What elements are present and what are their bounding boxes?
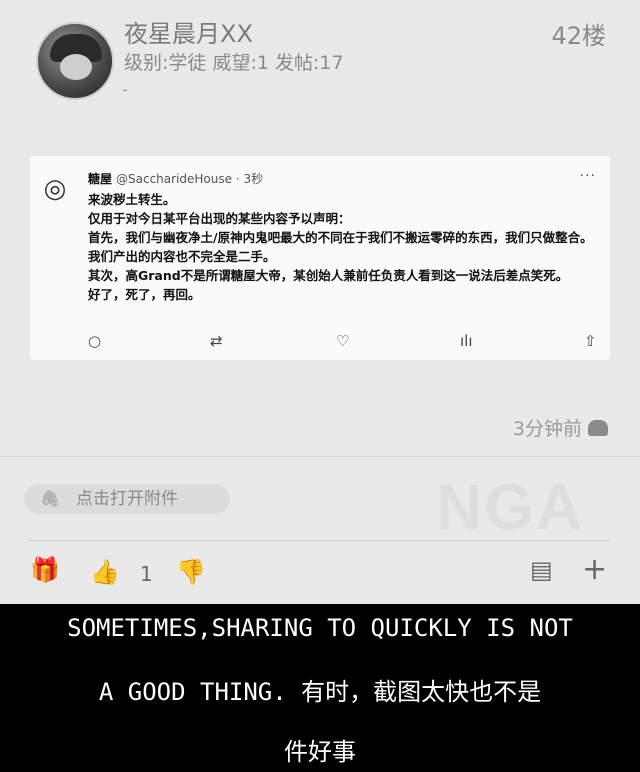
analytics-icon[interactable]: ılı [460,332,473,350]
caption-line: SOMETIMES,SHARING TO QUICKLY IS NOT [67,614,573,642]
tweet-header: 糖屋 @SaccharideHouse · 3秒 [88,170,263,187]
tweet-body: 来波秽土转生。 仅用于对今日某平台出现的某些内容予以声明： 首先，我们与幽夜净土… [88,190,598,304]
post-time: 3分钟前 [513,414,608,441]
reply-icon[interactable]: ○ [88,332,101,350]
avatar-face [60,54,92,80]
embedded-tweet-card[interactable]: ◎ 糖屋 @SaccharideHouse · 3秒 ··· 来波秽土转生。 仅用… [30,156,610,360]
plus-icon[interactable]: + [582,552,607,587]
caption-line: 件好事 [284,738,356,766]
meme-caption: SOMETIMES,SHARING TO QUICKLY IS NOT A GO… [0,606,640,772]
nga-watermark: NGA [436,471,585,543]
floor-number: 42楼 [551,22,606,50]
swirl-logo-icon: ◎ [43,174,67,204]
thumbs-down-icon[interactable]: 👎 [176,558,206,586]
signature-dash: - [122,80,128,99]
like-count: 1 [140,562,153,586]
open-attachment-button[interactable]: 🖇 点击打开附件 [24,484,230,514]
caption-line: A GOOD THING. 有时，截图太快也不是 [98,678,542,706]
comment-icon[interactable]: ▤ [530,556,553,584]
divider [28,540,610,541]
heart-icon[interactable]: ♡ [336,332,349,350]
tweet-handle-time: @SaccharideHouse · 3秒 [116,172,264,186]
user-meta: 级别:学徒 威望:1 发帖:17 [124,52,344,74]
tweet-line: 好了，死了，再回。 [88,287,201,302]
user-avatar[interactable] [36,22,114,100]
more-icon[interactable]: ··· [580,168,596,184]
username[interactable]: 夜星晨月XX [124,14,253,49]
paperclip-icon: 🖇 [40,489,61,508]
thumbs-up-icon[interactable]: 👍 [90,558,120,586]
share-icon[interactable]: ⇧ [584,332,597,350]
android-icon [588,419,608,436]
nga-post-screenshot: 夜星晨月XX 级别:学徒 威望:1 发帖:17 - 42楼 ◎ 糖屋 @Sacch… [0,0,640,604]
tweet-author: 糖屋 [88,172,113,186]
attachment-label: 点击打开附件 [76,489,178,509]
post-time-text: 3分钟前 [512,418,582,440]
tweet-line: 其次，高Grand不是所谓糖屋大帝，某创始人兼前任负责人看到这一说法后差点笑死。 [88,268,569,283]
retweet-icon[interactable]: ⇄ [210,332,223,350]
tweet-line: 来波秽土转生。 [88,192,176,207]
gift-icon[interactable]: 🎁 [30,556,60,584]
tweet-line: 首先，我们与幽夜净土/原神内鬼吧最大的不同在于我们不搬运零碎的东西，我们只做整合… [88,230,593,264]
tweet-line: 仅用于对今日某平台出现的某些内容予以声明： [88,211,351,226]
divider [0,456,640,457]
tweet-actions: ○ ⇄ ♡ ılı ⇧ [88,332,602,354]
